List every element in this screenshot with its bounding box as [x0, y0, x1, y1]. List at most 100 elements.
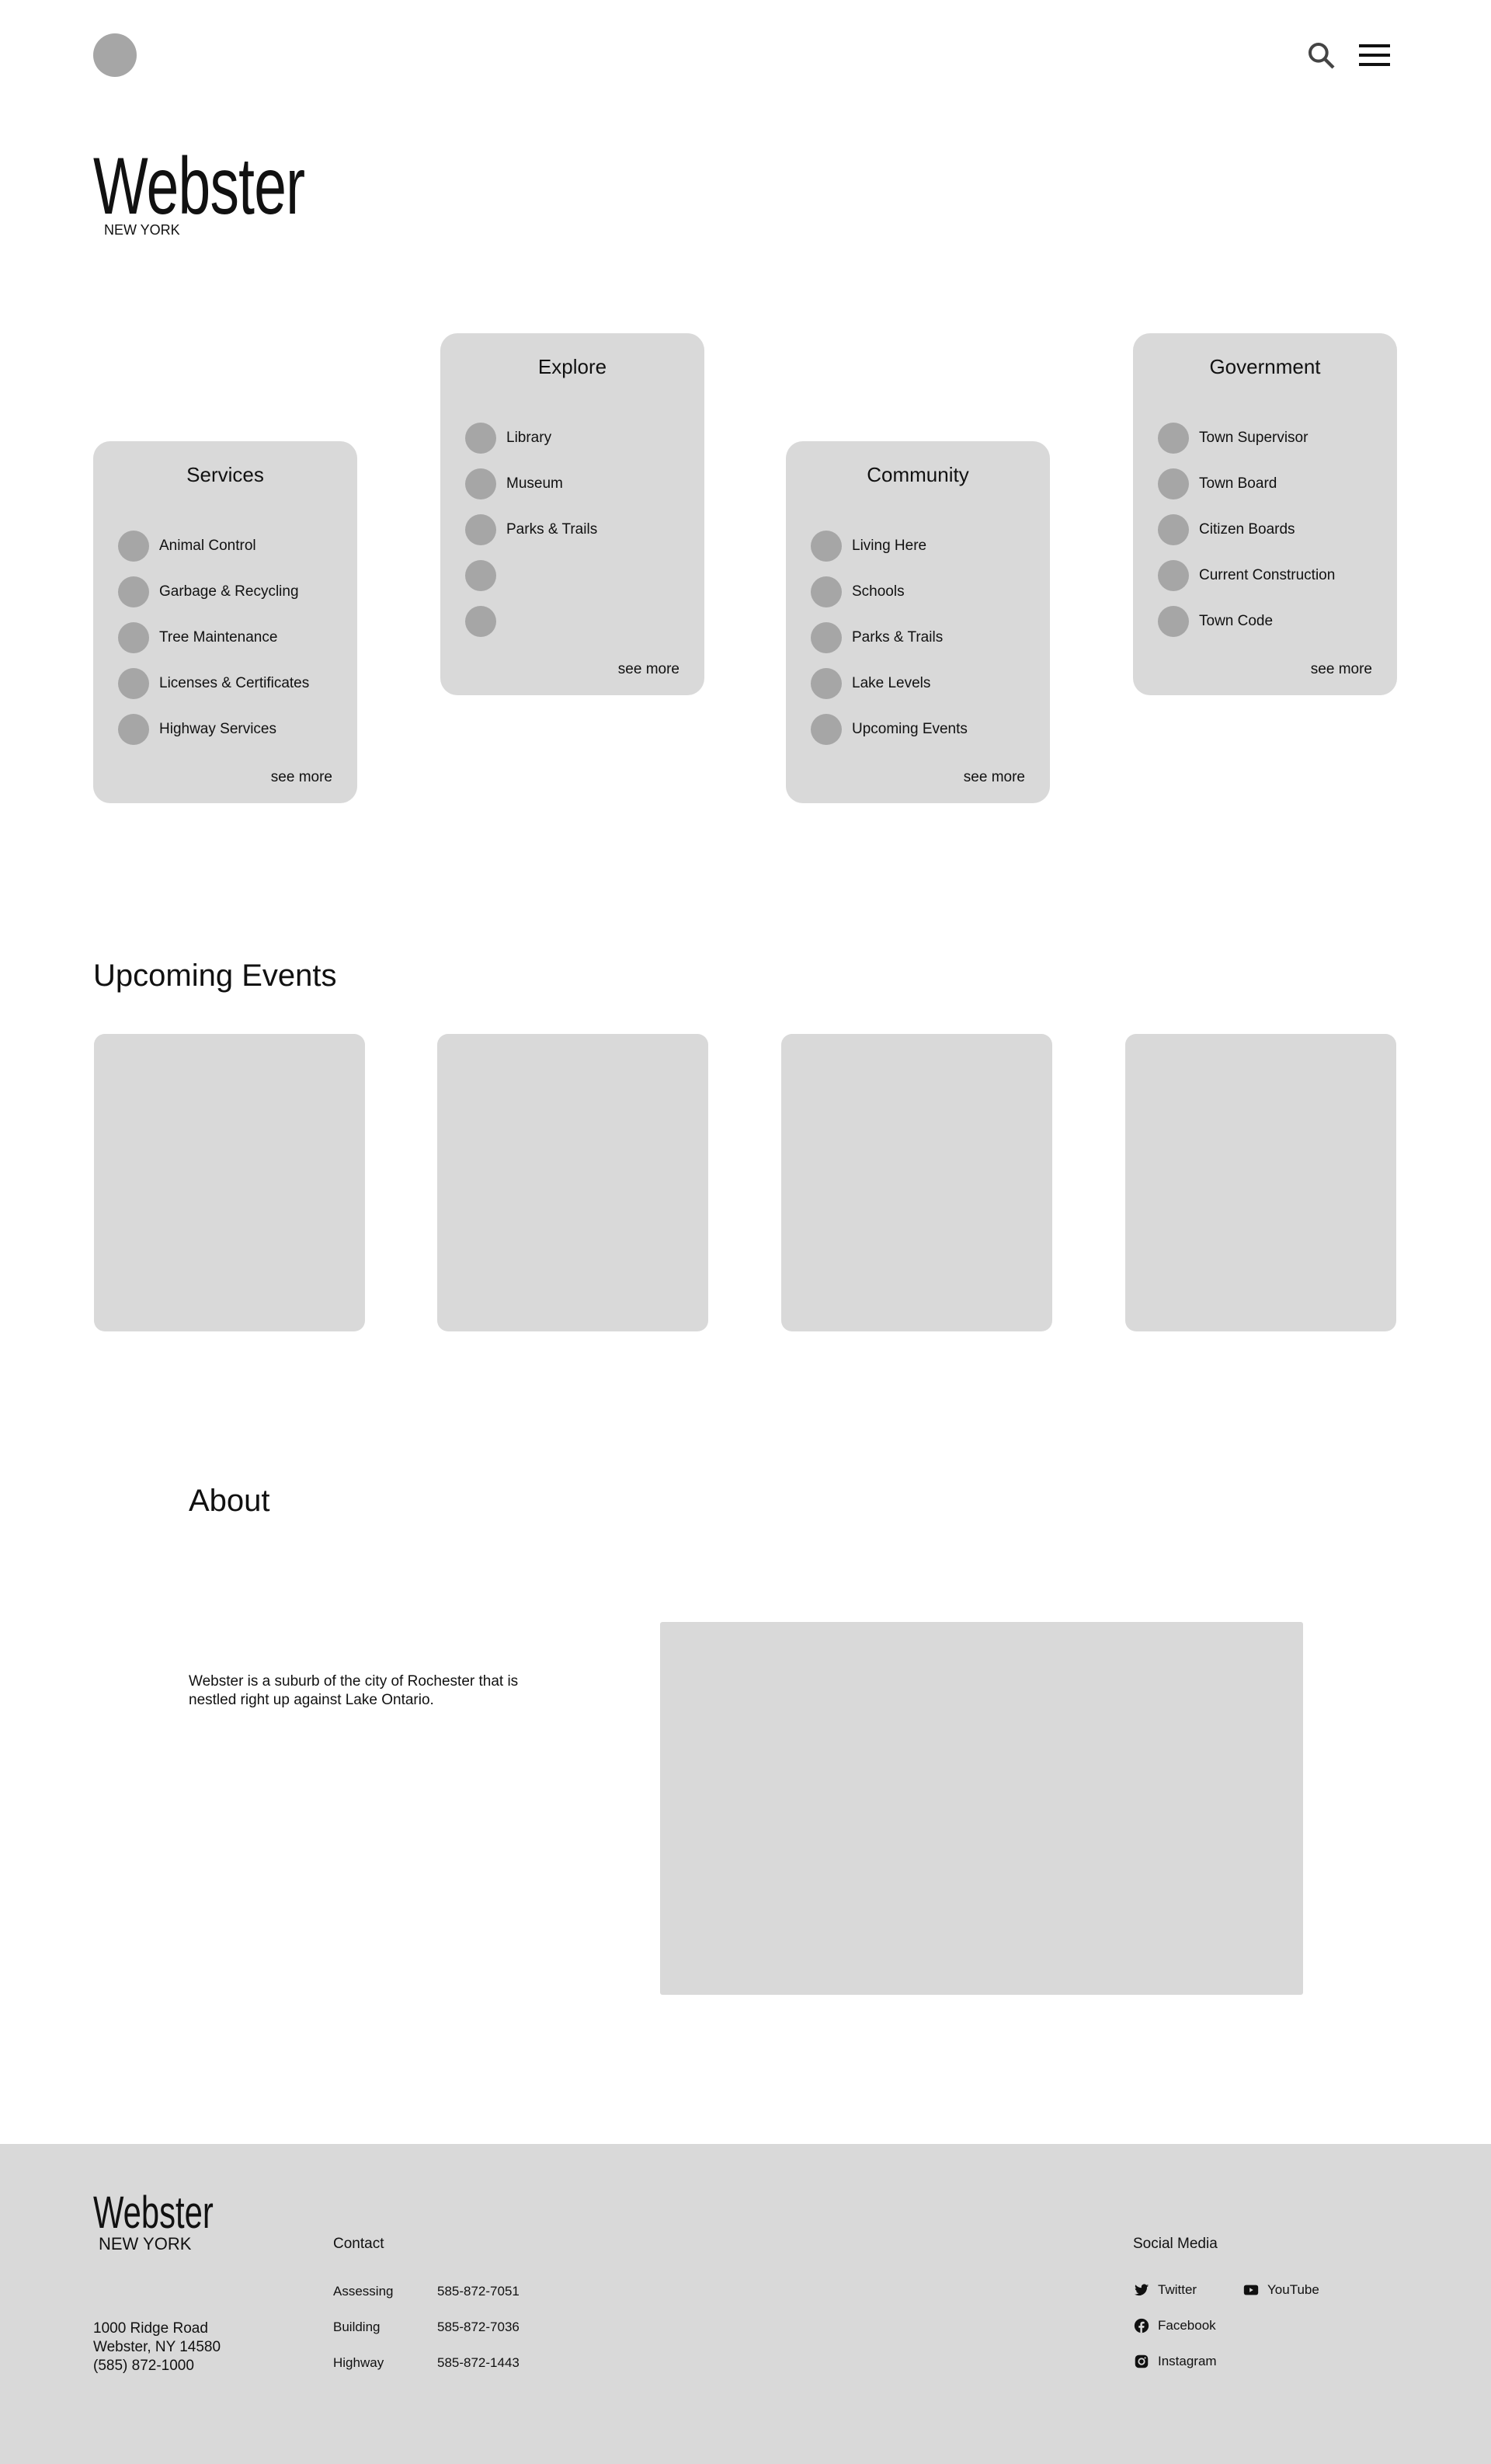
hamburger-menu-icon[interactable]	[1359, 42, 1390, 68]
item-icon	[1158, 468, 1189, 499]
see-more-link[interactable]: see more	[618, 661, 679, 678]
contact-phone[interactable]: 585-872-7036	[437, 2320, 520, 2335]
item-label: Town Board	[1199, 475, 1277, 492]
list-item[interactable]	[465, 598, 597, 644]
contact-phone[interactable]: 585-872-1443	[437, 2355, 520, 2371]
search-icon[interactable]	[1306, 40, 1337, 71]
see-more-link[interactable]: see more	[964, 769, 1025, 786]
brand-title: Webster	[93, 141, 305, 231]
list-item[interactable]: Parks & Trails	[465, 506, 597, 552]
item-icon	[1158, 559, 1189, 591]
address-line: Webster, NY 14580	[93, 2339, 221, 2355]
item-label: Parks & Trails	[506, 520, 598, 538]
youtube-icon	[1243, 2285, 1259, 2295]
item-icon	[1158, 422, 1189, 454]
item-icon	[118, 576, 149, 607]
list-item[interactable]: Tree Maintenance	[118, 614, 309, 660]
item-icon	[811, 621, 842, 653]
card-title: Community	[867, 463, 969, 486]
list-item[interactable]	[465, 552, 597, 598]
item-label: Highway Services	[159, 720, 276, 737]
contact-phone[interactable]: 585-872-7051	[437, 2284, 520, 2299]
card-title: Government	[1209, 355, 1321, 378]
list-item[interactable]: Citizen Boards	[1158, 506, 1335, 552]
event-card[interactable]	[94, 1034, 365, 1331]
brand-subtitle: NEW YORK	[104, 222, 180, 238]
youtube-link[interactable]: YouTube	[1242, 2281, 1319, 2299]
item-label: Upcoming Events	[852, 720, 968, 737]
item-label: Current Construction	[1199, 566, 1336, 583]
contact-heading: Contact	[333, 2236, 384, 2252]
list-item[interactable]: Living Here	[811, 523, 968, 569]
instagram-label: Instagram	[1158, 2354, 1217, 2368]
item-icon	[118, 621, 149, 653]
item-icon	[811, 713, 842, 745]
twitter-icon	[1134, 2284, 1149, 2296]
item-label: Schools	[852, 583, 905, 600]
instagram-icon	[1135, 2354, 1149, 2368]
facebook-link[interactable]: Facebook	[1133, 2317, 1216, 2334]
item-label: Living Here	[852, 537, 927, 554]
item-icon	[465, 468, 496, 499]
event-card[interactable]	[1125, 1034, 1396, 1331]
see-more-link[interactable]: see more	[1311, 661, 1372, 678]
item-label: Museum	[506, 475, 563, 492]
youtube-label: YouTube	[1267, 2282, 1319, 2297]
item-label: Lake Levels	[852, 674, 931, 691]
item-label: Animal Control	[159, 537, 256, 554]
contact-label: Highway	[333, 2355, 384, 2370]
event-card[interactable]	[437, 1034, 708, 1331]
item-label: Citizen Boards	[1199, 520, 1295, 538]
social-heading: Social Media	[1133, 2236, 1218, 2252]
list-item[interactable]: Town Code	[1158, 598, 1335, 644]
card-title: Services	[186, 463, 264, 486]
about-text: Webster is a suburb of the city of Roche…	[189, 1673, 519, 1708]
item-icon	[118, 713, 149, 745]
facebook-label: Facebook	[1158, 2318, 1216, 2333]
item-icon	[465, 605, 496, 637]
facebook-icon	[1134, 2318, 1149, 2333]
list-item[interactable]: Town Supervisor	[1158, 415, 1335, 461]
item-icon	[811, 667, 842, 699]
list-item[interactable]: Museum	[465, 461, 597, 506]
event-card[interactable]	[781, 1034, 1052, 1331]
services-card: Services Animal Control Garbage & Recycl…	[93, 441, 357, 803]
list-item[interactable]: Parks & Trails	[811, 614, 968, 660]
item-label: Parks & Trails	[852, 628, 944, 646]
item-icon	[1158, 605, 1189, 637]
item-label: Town Code	[1199, 612, 1274, 629]
item-label: Library	[506, 429, 552, 446]
list-item[interactable]: Upcoming Events	[811, 706, 968, 752]
item-icon	[118, 667, 149, 699]
list-item[interactable]: Schools	[811, 569, 968, 614]
explore-card: Explore Library Museum Parks & Trails se…	[440, 333, 704, 695]
logo-placeholder[interactable]	[93, 33, 137, 77]
item-label: Tree Maintenance	[159, 628, 278, 646]
instagram-link[interactable]: Instagram	[1133, 2353, 1217, 2370]
item-icon	[465, 422, 496, 454]
phone-main: (585) 872-1000	[93, 2358, 194, 2374]
card-title: Explore	[537, 355, 607, 378]
list-item[interactable]: Animal Control	[118, 523, 309, 569]
address: 1000 Ridge Road Webster, NY 14580 (585) …	[93, 2320, 221, 2375]
contact-label: Assessing	[333, 2284, 394, 2299]
community-card: Community Living Here Schools Parks & Tr…	[786, 441, 1050, 803]
item-icon	[1158, 513, 1189, 545]
item-label: Town Supervisor	[1199, 429, 1309, 446]
item-icon	[465, 513, 496, 545]
upcoming-events-heading: Upcoming Events	[93, 959, 337, 993]
list-item[interactable]: Town Board	[1158, 461, 1335, 506]
list-item[interactable]: Library	[465, 415, 597, 461]
footer-brand: Webster	[93, 2187, 214, 2238]
footer-brand-subtitle: NEW YORK	[99, 2234, 192, 2253]
about-heading: About	[189, 1484, 270, 1518]
list-item[interactable]: Current Construction	[1158, 552, 1335, 598]
list-item[interactable]: Lake Levels	[811, 660, 968, 706]
list-item[interactable]: Licenses & Certificates	[118, 660, 309, 706]
list-item[interactable]: Highway Services	[118, 706, 309, 752]
twitter-link[interactable]: Twitter	[1133, 2281, 1197, 2299]
list-item[interactable]: Garbage & Recycling	[118, 569, 309, 614]
about-image	[660, 1622, 1303, 1995]
see-more-link[interactable]: see more	[271, 769, 332, 786]
item-icon	[465, 559, 496, 591]
